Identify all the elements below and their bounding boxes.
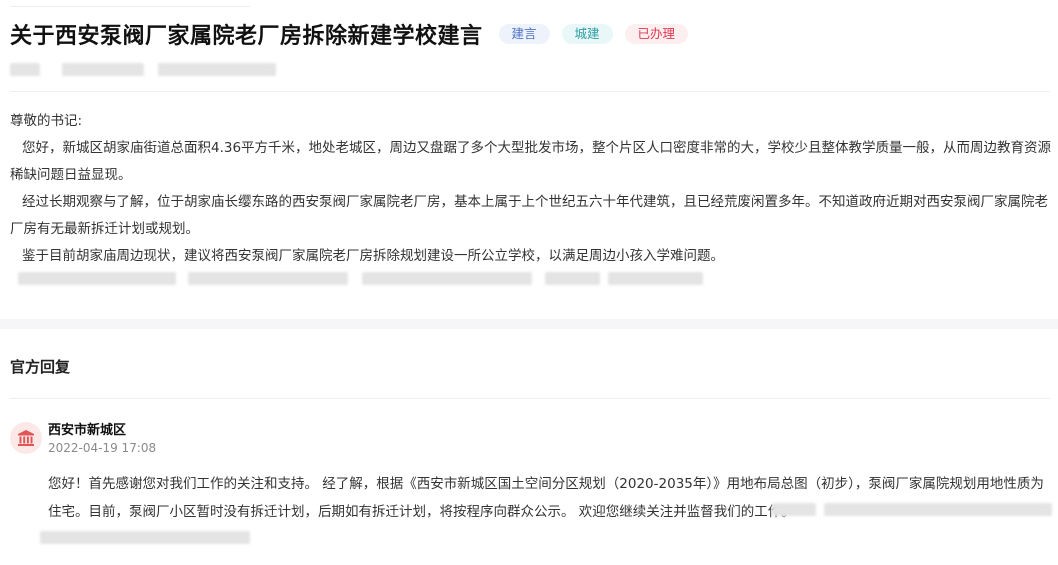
top-divider (10, 6, 250, 7)
government-building-icon (18, 430, 34, 446)
tag-urban-construction[interactable]: 城建 (561, 24, 613, 44)
redacted-text (824, 503, 1052, 516)
redacted-text (772, 503, 816, 516)
message-paragraph: 您好，新城区胡家庙街道总面积4.36平方千米，地处老城区，周边又盘踞了多个大型批… (10, 140, 1052, 183)
official-reply-title: 官方回复 (10, 358, 71, 376)
reply-date: 2022-04-19 17:08 (48, 441, 157, 455)
reply-divider (10, 398, 1050, 399)
message-paragraph: 经过长期观察与了解，位于胡家庙长缨东路的西安泵阀厂家属院老厂房，基本上属于上个世… (10, 194, 1048, 237)
redacted-meta (158, 63, 276, 76)
reply-body: 您好！首先感谢您对我们工作的关注和支持。 经了解，根据《西安市新城区国土空间分区… (48, 470, 1054, 526)
redacted-text (18, 272, 176, 285)
title-row: 关于西安泵阀厂家属院老厂房拆除新建学校建言 建言 城建 已办理 (10, 18, 689, 50)
suggestion-detail-page: 关于西安泵阀厂家属院老厂房拆除新建学校建言 建言 城建 已办理 尊敬的书记: 您… (0, 0, 1058, 565)
redacted-meta (10, 63, 40, 76)
status-badge: 已办理 (624, 24, 689, 44)
page-title: 关于西安泵阀厂家属院老厂房拆除新建学校建言 (10, 24, 483, 49)
redacted-text (362, 272, 532, 285)
redacted-text (608, 272, 703, 285)
redacted-text (40, 531, 250, 544)
redacted-text (188, 272, 348, 285)
header-divider (10, 91, 1050, 92)
org-avatar (10, 422, 42, 454)
reply-org-name: 西安市新城区 (48, 423, 127, 438)
redacted-text (545, 272, 600, 285)
redacted-meta (62, 63, 144, 76)
section-separator (0, 319, 1058, 329)
salutation: 尊敬的书记: (10, 113, 83, 129)
tag-suggestion[interactable]: 建言 (498, 24, 550, 44)
message-paragraph: 鉴于目前胡家庙周边现状，建议将西安泵阀厂家属院老厂房拆除规划建设一所公立学校，以… (22, 248, 724, 264)
reply-text: 您好！首先感谢您对我们工作的关注和支持。 经了解，根据《西安市新城区国土空间分区… (48, 476, 1044, 520)
message-body: 尊敬的书记: 您好，新城区胡家庙街道总面积4.36平方千米，地处老城区，周边又盘… (10, 108, 1055, 270)
